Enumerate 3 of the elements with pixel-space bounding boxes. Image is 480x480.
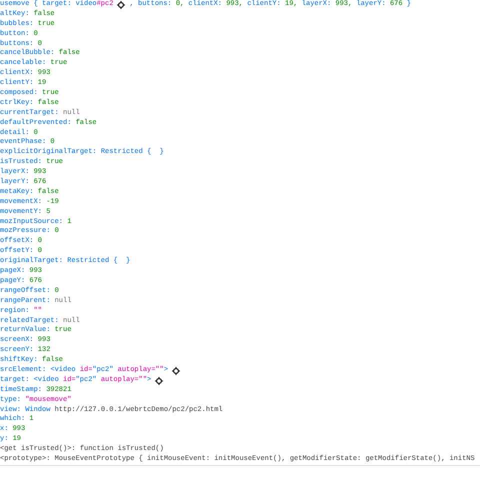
target-icon[interactable] [117, 0, 126, 9]
target-icon[interactable] [155, 376, 164, 385]
target-icon[interactable] [172, 366, 180, 375]
